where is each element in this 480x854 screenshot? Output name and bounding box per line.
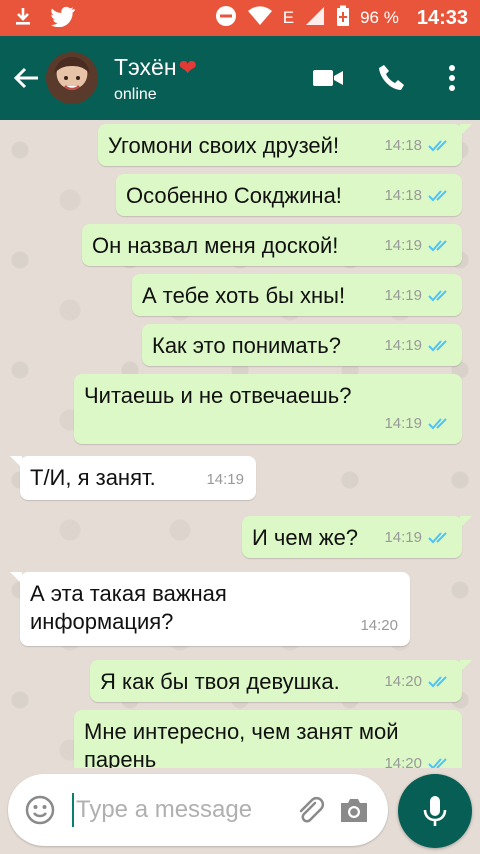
message-meta: 14:19 (384, 282, 452, 310)
do-not-disturb-icon (215, 5, 237, 32)
message-bubble[interactable]: Читаешь и не отвечаешь? 14:19 (74, 374, 462, 444)
clock: 14:33 (416, 6, 468, 29)
message-bubble[interactable]: А тебе хоть бы хны! 14:19 (132, 274, 462, 316)
message-text: Мне интересно, чем занят мой парень (84, 719, 399, 768)
video-call-button[interactable] (296, 36, 360, 120)
message-text: Угомони своих друзей! (108, 133, 340, 158)
emoji-button[interactable] (20, 790, 60, 830)
download-icon (12, 5, 34, 32)
double-check-icon (428, 290, 447, 302)
double-check-icon (428, 190, 447, 202)
text-cursor (72, 793, 74, 827)
message-bubble[interactable]: Угомони своих друзей! 14:18 (98, 124, 472, 166)
message-bubble[interactable]: Он назвал меня доской! 14:19 (82, 224, 462, 266)
message-text: Читаешь и не отвечаешь? (84, 383, 352, 408)
message-time: 14:19 (206, 471, 244, 488)
message-input[interactable]: Type a message (76, 796, 288, 824)
message-list[interactable]: Угомони своих друзей! 14:18 Особенно Сок… (0, 120, 480, 768)
message-meta: 14:19 (384, 232, 452, 260)
double-check-icon (428, 676, 447, 688)
signal-icon (304, 5, 326, 32)
message-meta: 14:18 (384, 182, 452, 210)
message-text: Т/И, я занят. (30, 465, 156, 490)
paperclip-icon (299, 796, 325, 823)
camera-button[interactable] (332, 788, 376, 832)
composer-bar: Type a message (0, 768, 480, 854)
back-button[interactable] (4, 36, 48, 120)
network-type: E (282, 8, 295, 27)
video-camera-icon (313, 70, 343, 86)
message-text: А тебе хоть бы хны! (142, 283, 346, 308)
message-text: И чем же? (252, 525, 359, 550)
message-meta: 14:19 (384, 410, 452, 438)
message-time: 14:19 (384, 529, 422, 546)
more-options-button[interactable] (424, 36, 480, 120)
chat-header: Тэхён❤ online (0, 36, 480, 120)
message-time: 14:19 (384, 237, 422, 254)
message-time: 14:18 (384, 137, 422, 154)
message-bubble[interactable]: Особенно Сокджина! 14:18 (116, 174, 462, 216)
message-meta: 14:19 (384, 332, 452, 360)
status-bar: E 96 % 14:33 (0, 0, 480, 36)
message-meta: 14:20 (360, 612, 398, 640)
smiley-icon (25, 795, 55, 825)
voice-call-button[interactable] (360, 36, 424, 120)
message-text: Как это понимать? (152, 333, 341, 358)
voice-record-button[interactable] (398, 774, 472, 848)
camera-icon (341, 799, 367, 822)
message-time: 14:20 (360, 617, 398, 634)
battery-icon (336, 5, 350, 32)
message-bubble[interactable]: Т/И, я занят. 14:19 (10, 456, 256, 500)
wifi-icon (247, 5, 273, 32)
contact-status: online (114, 85, 157, 103)
message-bubble[interactable]: Мне интересно, чем занят мой парень 14:2… (74, 710, 462, 768)
message-time: 14:20 (384, 755, 422, 768)
microphone-icon (423, 796, 447, 826)
message-bubble[interactable]: А эта такая важная информация? 14:20 (10, 572, 410, 646)
message-text: Особенно Сокджина! (126, 183, 342, 208)
heart-icon: ❤ (178, 54, 197, 80)
message-meta: 14:20 (384, 668, 452, 696)
double-check-icon (428, 140, 447, 152)
avatar[interactable] (46, 52, 98, 104)
more-vertical-icon (449, 65, 455, 91)
message-input-box[interactable]: Type a message (8, 774, 388, 846)
arrow-left-icon (13, 67, 38, 89)
message-text: Он назвал меня доской! (92, 233, 339, 258)
message-meta: 14:20 (384, 750, 452, 768)
message-bubble[interactable]: Я как бы твоя девушка. 14:20 (90, 660, 472, 702)
battery-percent: 96 % (360, 8, 399, 27)
message-time: 14:19 (384, 415, 422, 432)
twitter-icon (50, 5, 76, 32)
double-check-icon (428, 340, 447, 352)
message-time: 14:19 (384, 287, 422, 304)
message-time: 14:20 (384, 673, 422, 690)
message-bubble[interactable]: И чем же? 14:19 (242, 516, 472, 558)
attach-button[interactable] (288, 788, 332, 832)
message-text: Я как бы твоя девушка. (100, 669, 340, 694)
message-meta: 14:19 (384, 524, 452, 552)
phone-icon (379, 65, 404, 90)
double-check-icon (428, 532, 447, 544)
message-time: 14:18 (384, 187, 422, 204)
message-time: 14:19 (384, 337, 422, 354)
message-text: А эта такая важная информация? (30, 581, 227, 634)
contact-info[interactable]: Тэхён❤ online (114, 53, 296, 104)
double-check-icon (428, 418, 447, 430)
double-check-icon (428, 758, 447, 768)
double-check-icon (428, 240, 447, 252)
contact-name: Тэхён❤ (114, 53, 197, 80)
message-meta: 14:19 (206, 466, 244, 494)
message-bubble[interactable]: Как это понимать? 14:19 (142, 324, 462, 366)
message-meta: 14:18 (384, 132, 452, 160)
